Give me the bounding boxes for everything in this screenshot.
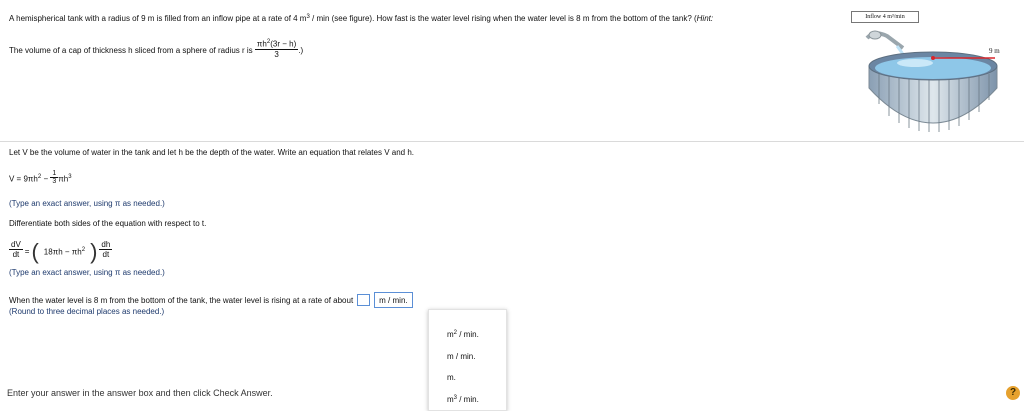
derivative-equation: dV dt = ( 18πh − πh2 ) dh dt (9, 238, 113, 264)
radius-label: 9 m (989, 47, 1000, 55)
inflow-label: Inflow 4 m³/min (851, 11, 919, 23)
section-divider (0, 141, 1024, 142)
exact-answer-note-2: (Type an exact answer, using π as needed… (9, 268, 165, 277)
help-icon[interactable]: ? (1006, 386, 1020, 400)
volume-fraction: πh2(3r − h) 3 (254, 39, 299, 59)
unit-option-m-per-min[interactable]: m / min. (447, 352, 475, 361)
differentiate-instruction: Differentiate both sides of the equation… (9, 219, 207, 228)
footer-instruction: Enter your answer in the answer box and … (7, 388, 273, 398)
hemispherical-tank-figure: Inflow 4 m³/min 9 m (845, 8, 1023, 140)
rounding-note: (Round to three decimal places as needed… (9, 307, 165, 316)
volume-formula-line: The volume of a cap of thickness h slice… (9, 39, 304, 59)
question-relate-v-h: Let V be the volume of water in the tank… (9, 148, 415, 157)
problem-statement: A hemispherical tank with a radius of 9 … (9, 14, 714, 23)
unit-option-m2-per-min[interactable]: m2 / min. (447, 330, 479, 339)
unit-option-m3-per-min[interactable]: m3 / min. (447, 395, 479, 404)
unit-option-m[interactable]: m. (447, 373, 456, 382)
exact-answer-note: (Type an exact answer, using π as needed… (9, 199, 165, 208)
unit-dropdown-menu: m2 / min. m / min. m. m3 / min. (428, 309, 507, 411)
unit-select[interactable]: m / min. (374, 292, 413, 308)
rate-question-line: When the water level is 8 m from the bot… (9, 292, 413, 308)
tank-illustration: 9 m (865, 30, 1000, 132)
volume-equation: V = 9πh2 − 1 3 πh3 (9, 170, 72, 185)
answer-input[interactable] (357, 294, 371, 306)
